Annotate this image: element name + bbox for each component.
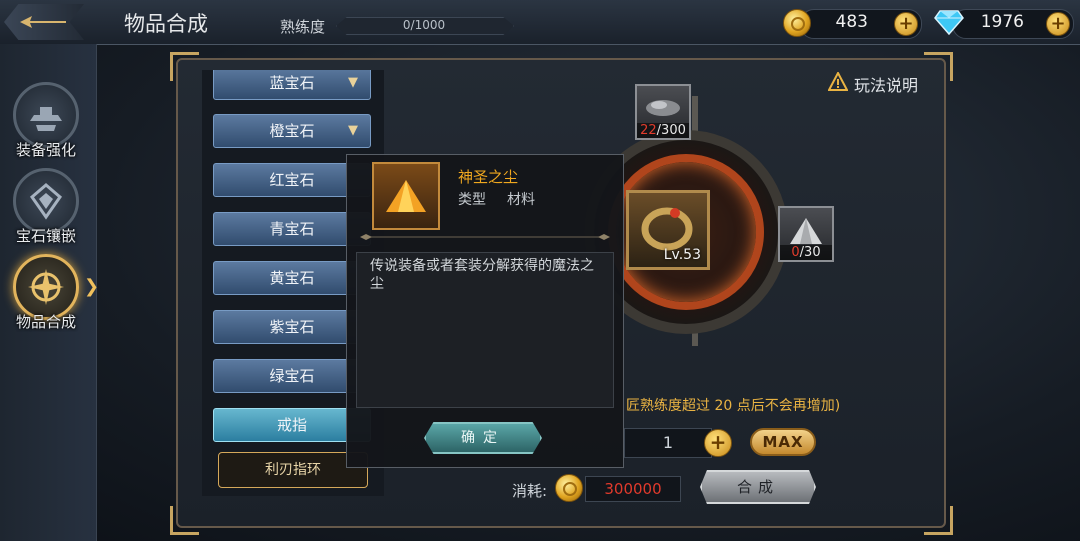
material-slot-top[interactable]: 22/300 bbox=[635, 84, 691, 140]
proficiency-note: 匠熟练度超过 20 点后不会再增加) bbox=[626, 398, 841, 414]
category-label: 紫宝石 bbox=[269, 318, 315, 336]
panel-corner-ornament bbox=[924, 506, 953, 535]
gold-amount: 483 bbox=[835, 12, 868, 32]
max-quantity-button[interactable]: MAX bbox=[750, 428, 816, 456]
tooltip-type-value: 材料 bbox=[507, 192, 535, 208]
active-nav-arrow-icon: ❯ bbox=[84, 276, 100, 297]
panel-corner-ornament bbox=[170, 506, 199, 535]
compass-icon bbox=[28, 269, 64, 305]
add-diamond-button[interactable]: + bbox=[1046, 12, 1070, 36]
category-label: 橙宝石 bbox=[269, 122, 315, 140]
tooltip-description: 传说装备或者套装分解获得的魔法之尘 bbox=[370, 258, 594, 292]
help-warning-icon bbox=[828, 72, 848, 91]
help-link[interactable]: 玩法说明 bbox=[854, 72, 918, 96]
cost-label: 消耗: bbox=[512, 482, 548, 500]
tooltip-type-label: 类型 bbox=[458, 192, 486, 208]
back-arrow-icon bbox=[20, 16, 66, 28]
nav-item-crafting[interactable]: 物品合成 bbox=[8, 254, 88, 340]
category-label: 青宝石 bbox=[269, 220, 315, 238]
ore-icon bbox=[646, 100, 680, 116]
cost-value: 300000 bbox=[585, 476, 681, 502]
nav-label: 物品合成 bbox=[15, 313, 76, 331]
category-label: 蓝宝石 bbox=[269, 74, 315, 92]
result-item-slot[interactable]: Lv.53 bbox=[626, 190, 710, 270]
nav-gem-inlay[interactable]: 宝石镶嵌 bbox=[8, 168, 88, 254]
panel-corner-ornament bbox=[170, 52, 199, 81]
category-label: 红宝石 bbox=[269, 171, 315, 189]
nav-label: 装备强化 bbox=[15, 141, 76, 159]
dust-mound-icon bbox=[386, 180, 426, 212]
chevron-down-icon: ▼ bbox=[348, 75, 358, 90]
sacred-dust-item-icon bbox=[372, 162, 440, 230]
result-level: Lv.53 bbox=[663, 247, 701, 263]
category-label: 黄宝石 bbox=[269, 269, 315, 287]
category-label: 戒指 bbox=[276, 416, 307, 434]
diamond-amount: 1976 bbox=[980, 12, 1024, 32]
material-right-count: 0/30 bbox=[780, 245, 832, 260]
category-orange-gem[interactable]: 橙宝石 ▼ bbox=[213, 114, 371, 148]
panel-corner-ornament bbox=[924, 52, 953, 81]
cost-coin-icon bbox=[555, 474, 583, 502]
nav-equipment-enhance[interactable]: 装备强化 bbox=[8, 82, 88, 168]
page-title: 物品合成 bbox=[124, 12, 208, 36]
craft-button[interactable]: 合成 bbox=[700, 470, 816, 504]
nav-label: 宝石镶嵌 bbox=[15, 227, 76, 245]
proficiency-label: 熟练度 bbox=[280, 18, 326, 36]
proficiency-value: 0/1000 bbox=[402, 18, 446, 32]
confirm-button[interactable]: 确定 bbox=[424, 422, 542, 454]
chevron-down-icon: ▼ bbox=[348, 123, 358, 138]
category-blue-gem[interactable]: 蓝宝石 ▼ bbox=[213, 70, 371, 100]
tooltip-divider bbox=[360, 234, 610, 240]
category-label: 绿宝石 bbox=[269, 367, 315, 385]
material-top-count: 22/300 bbox=[637, 123, 689, 138]
anvil-icon bbox=[30, 107, 62, 131]
quantity-input[interactable]: 1 bbox=[624, 428, 712, 458]
add-gold-button[interactable]: + bbox=[894, 12, 918, 36]
gem-icon bbox=[29, 183, 63, 220]
quantity-plus-button[interactable]: + bbox=[704, 429, 732, 457]
tooltip-item-name: 神圣之尘 bbox=[458, 168, 519, 186]
material-slot-right[interactable]: 0/30 bbox=[778, 206, 834, 262]
